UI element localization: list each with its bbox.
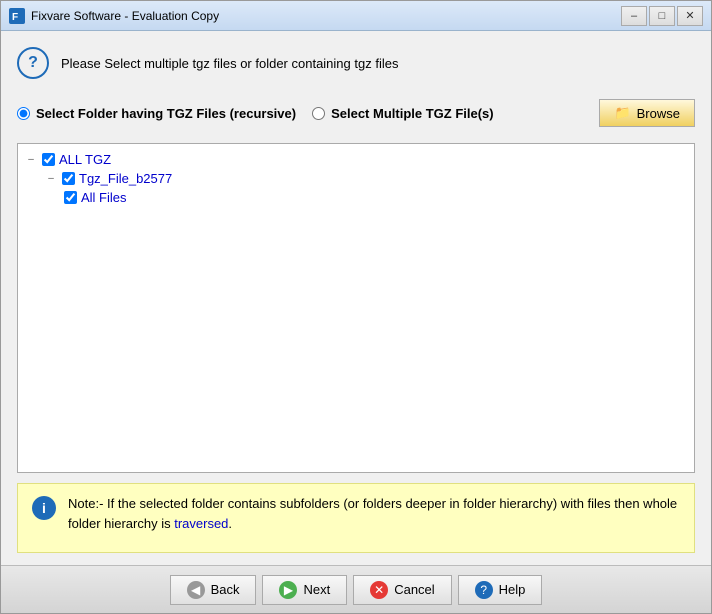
window-title: Fixvare Software - Evaluation Copy [31, 9, 621, 23]
child1-1-label[interactable]: All Files [81, 190, 127, 205]
root-label[interactable]: ALL TGZ [59, 152, 111, 167]
child1-expand-icon[interactable]: – [44, 172, 58, 186]
help-button[interactable]: ? Help [458, 575, 543, 605]
child1-1-checkbox[interactable] [64, 191, 77, 204]
minimize-button[interactable]: – [621, 6, 647, 26]
close-button[interactable]: ✕ [677, 6, 703, 26]
root-expand-icon[interactable]: – [24, 153, 38, 167]
root-checkbox[interactable] [42, 153, 55, 166]
note-text: Note:- If the selected folder contains s… [68, 494, 680, 533]
next-button[interactable]: ▶ Next [262, 575, 347, 605]
main-window: F Fixvare Software - Evaluation Copy – □… [0, 0, 712, 614]
cancel-label: Cancel [394, 582, 434, 597]
back-button[interactable]: ◀ Back [170, 575, 257, 605]
file-tree[interactable]: – ALL TGZ – Tgz_File_b2577 All Files [17, 143, 695, 473]
tree-node-child1-1[interactable]: All Files [64, 188, 688, 207]
radio-option-files[interactable]: Select Multiple TGZ File(s) [312, 106, 494, 121]
radio-option-folder[interactable]: Select Folder having TGZ Files (recursiv… [17, 106, 296, 121]
browse-icon: 📁 [614, 105, 630, 121]
radio-files-input[interactable] [312, 107, 325, 120]
cancel-icon: ✕ [370, 581, 388, 599]
root-children: – Tgz_File_b2577 All Files [24, 169, 688, 207]
note-icon: i [32, 496, 56, 520]
help-label: Help [499, 582, 526, 597]
tree-node-root[interactable]: – ALL TGZ [24, 150, 688, 169]
title-bar: F Fixvare Software - Evaluation Copy – □… [1, 1, 711, 31]
header-message: Please Select multiple tgz files or fold… [61, 56, 398, 71]
back-icon: ◀ [187, 581, 205, 599]
child1-children: All Files [44, 188, 688, 207]
child1-label[interactable]: Tgz_File_b2577 [79, 171, 172, 186]
note-box: i Note:- If the selected folder contains… [17, 483, 695, 553]
radio-options-row: Select Folder having TGZ Files (recursiv… [17, 93, 695, 133]
maximize-button[interactable]: □ [649, 6, 675, 26]
next-icon: ▶ [279, 581, 297, 599]
browse-label: Browse [637, 106, 680, 121]
radio-folder-label: Select Folder having TGZ Files (recursiv… [36, 106, 296, 121]
app-icon: F [9, 8, 25, 24]
footer: ◀ Back ▶ Next ✕ Cancel ? Help [1, 565, 711, 613]
child1-checkbox[interactable] [62, 172, 75, 185]
radio-files-label: Select Multiple TGZ File(s) [331, 106, 494, 121]
browse-button[interactable]: 📁 Browse [599, 99, 695, 127]
radio-folder-input[interactable] [17, 107, 30, 120]
note-text-after: . [228, 516, 232, 531]
next-label: Next [303, 582, 330, 597]
svg-text:F: F [12, 12, 18, 23]
cancel-button[interactable]: ✕ Cancel [353, 575, 451, 605]
main-content: ? Please Select multiple tgz files or fo… [1, 31, 711, 565]
help-icon: ? [475, 581, 493, 599]
question-icon: ? [17, 47, 49, 79]
window-controls: – □ ✕ [621, 6, 703, 26]
header-row: ? Please Select multiple tgz files or fo… [17, 43, 695, 83]
back-label: Back [211, 582, 240, 597]
note-text-highlight: traversed [174, 516, 228, 531]
note-text-before: Note:- If the selected folder contains s… [68, 496, 677, 531]
tree-node-child1[interactable]: – Tgz_File_b2577 [44, 169, 688, 188]
